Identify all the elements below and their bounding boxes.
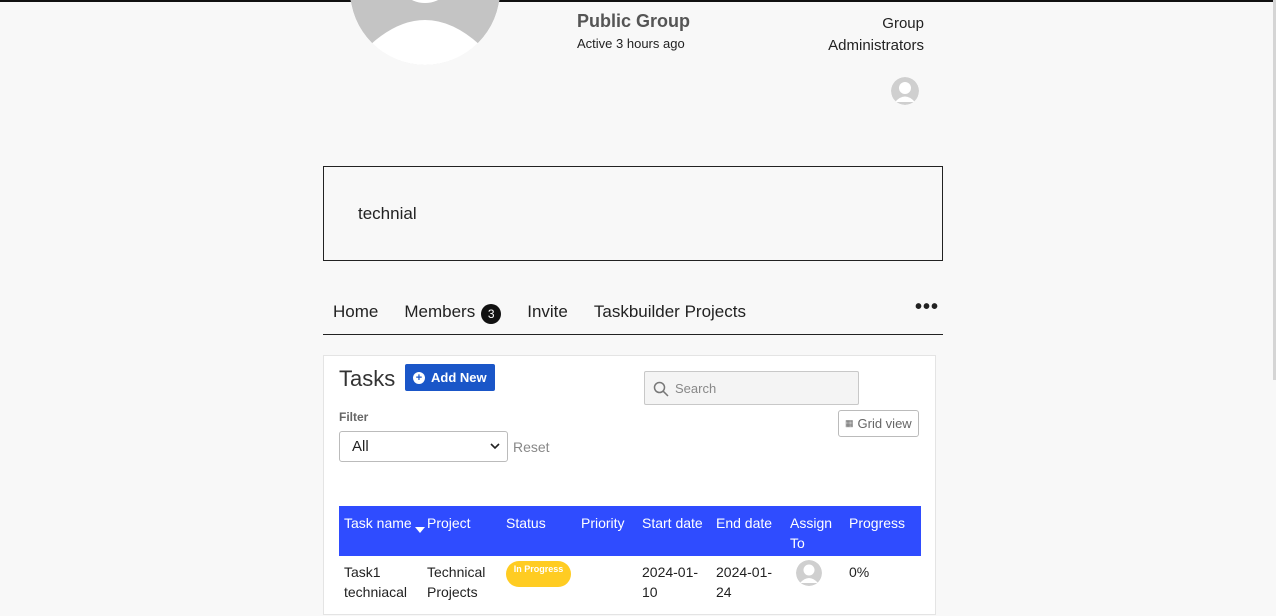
group-type: Public Group (577, 11, 691, 31)
column-label: Task name (344, 515, 412, 531)
search-icon (653, 381, 669, 397)
grid-icon: ▦ (845, 418, 854, 428)
add-new-button[interactable]: + Add New (405, 364, 495, 391)
user-avatar-icon (796, 560, 822, 586)
table-row[interactable]: Task1 techniacal Technical Projects In P… (339, 556, 921, 616)
admin-avatar[interactable] (891, 77, 919, 105)
tasks-table: Task name Project Status Priority Start … (339, 506, 921, 616)
column-header-end-date[interactable]: End date (716, 513, 772, 533)
search-input[interactable] (675, 378, 850, 398)
group-active-time: Active 3 hours ago (577, 36, 685, 51)
start-date-cell: 2024-01-10 (642, 564, 699, 600)
group-nav-tabs: Home Members 3 Invite Taskbuilder Projec… (323, 290, 943, 335)
group-description: technial (358, 204, 417, 223)
group-avatar-icon (350, 0, 500, 65)
filter-selected-value: All (352, 438, 369, 455)
group-avatar (350, 0, 500, 65)
task-name-cell[interactable]: Task1 techniacal (344, 562, 419, 602)
add-new-label: Add New (431, 370, 487, 385)
tasks-panel: Tasks + Add New ▦ Grid view Filter All R… (323, 355, 936, 615)
project-cell: Technical Projects (427, 564, 486, 600)
chevron-down-icon (490, 443, 500, 450)
group-description-box: technial (323, 166, 943, 261)
table-header: Task name Project Status Priority Start … (339, 506, 921, 556)
tab-home-label: Home (333, 302, 379, 321)
filter-select[interactable]: All (339, 431, 508, 462)
top-border (0, 0, 1276, 2)
reset-link[interactable]: Reset (513, 439, 550, 455)
tab-members[interactable]: Members 3 (404, 301, 502, 324)
column-header-start-date[interactable]: Start date (642, 513, 703, 533)
sort-arrow-icon (414, 527, 425, 533)
tab-invite[interactable]: Invite (527, 302, 568, 322)
grid-view-label: Grid view (857, 416, 912, 431)
tab-home[interactable]: Home (333, 302, 378, 322)
tab-taskbuilder-label: Taskbuilder Projects (593, 302, 746, 321)
group-admins-label: Group Administrators (828, 15, 924, 54)
plus-circle-icon: + (413, 371, 425, 384)
status-badge: In Progress (506, 561, 571, 587)
progress-cell: 0% (849, 564, 870, 580)
assignee-avatar[interactable] (796, 560, 822, 586)
column-header-priority[interactable]: Priority (581, 513, 625, 533)
column-header-status[interactable]: Status (506, 513, 546, 533)
column-header-progress[interactable]: Progress (849, 513, 905, 533)
more-menu-icon[interactable]: ••• (915, 296, 939, 319)
filter-label: Filter (339, 410, 369, 424)
column-header-task-name[interactable]: Task name (344, 513, 425, 533)
search-field[interactable] (644, 371, 859, 405)
tasks-title: Tasks (339, 366, 396, 391)
tab-invite-label: Invite (527, 302, 568, 321)
end-date-cell: 2024-01-24 (716, 564, 773, 600)
column-header-project[interactable]: Project (427, 513, 471, 533)
column-header-assign-to[interactable]: Assign To (790, 513, 838, 553)
members-count-badge: 3 (481, 303, 502, 324)
grid-view-button[interactable]: ▦ Grid view (838, 410, 919, 437)
tab-taskbuilder-projects[interactable]: Taskbuilder Projects (594, 302, 746, 322)
user-avatar-icon (891, 77, 919, 105)
tab-members-label: Members (404, 302, 476, 321)
